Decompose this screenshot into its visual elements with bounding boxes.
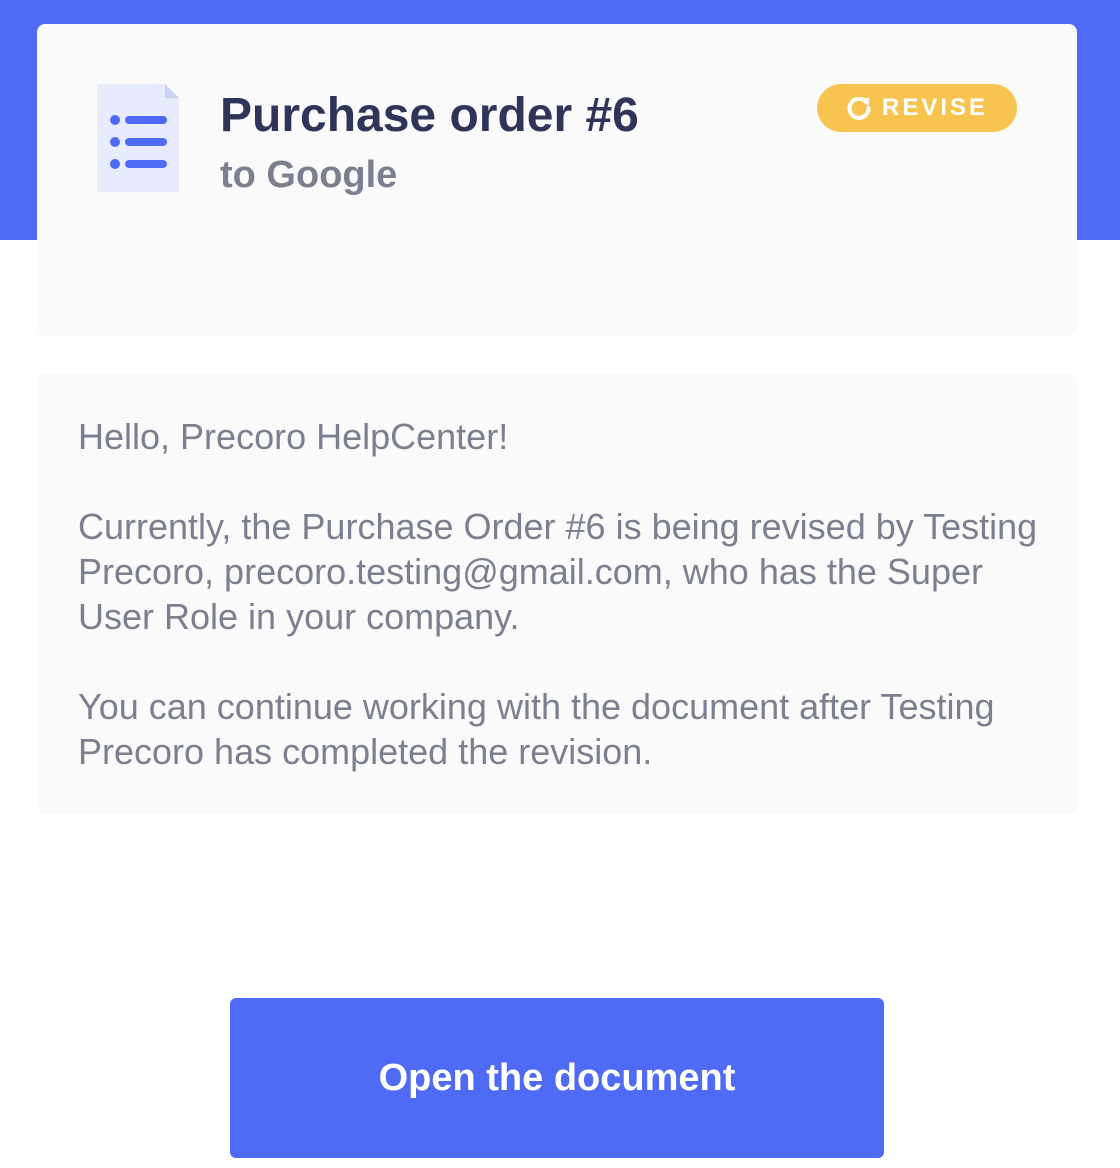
greeting-text: Hello, Precoro HelpCenter! xyxy=(78,416,509,457)
open-document-button[interactable]: Open the document xyxy=(230,998,884,1158)
status-badge: REVISE xyxy=(817,84,1017,132)
status-label: REVISE xyxy=(881,94,989,121)
refresh-icon xyxy=(847,96,871,120)
continue-note-text: You can continue working with the docume… xyxy=(78,686,995,772)
document-recipient: to Google xyxy=(220,154,398,196)
document-list-icon xyxy=(97,84,179,192)
revision-info-text: Currently, the Purchase Order #6 is bein… xyxy=(78,506,1038,637)
document-header-card: Purchase order #6 to Google REVISE xyxy=(37,24,1077,336)
message-card: Hello, Precoro HelpCenter! Currently, th… xyxy=(37,374,1077,814)
message-body: Hello, Precoro HelpCenter! Currently, th… xyxy=(78,414,1058,774)
document-title: Purchase order #6 xyxy=(220,89,639,142)
